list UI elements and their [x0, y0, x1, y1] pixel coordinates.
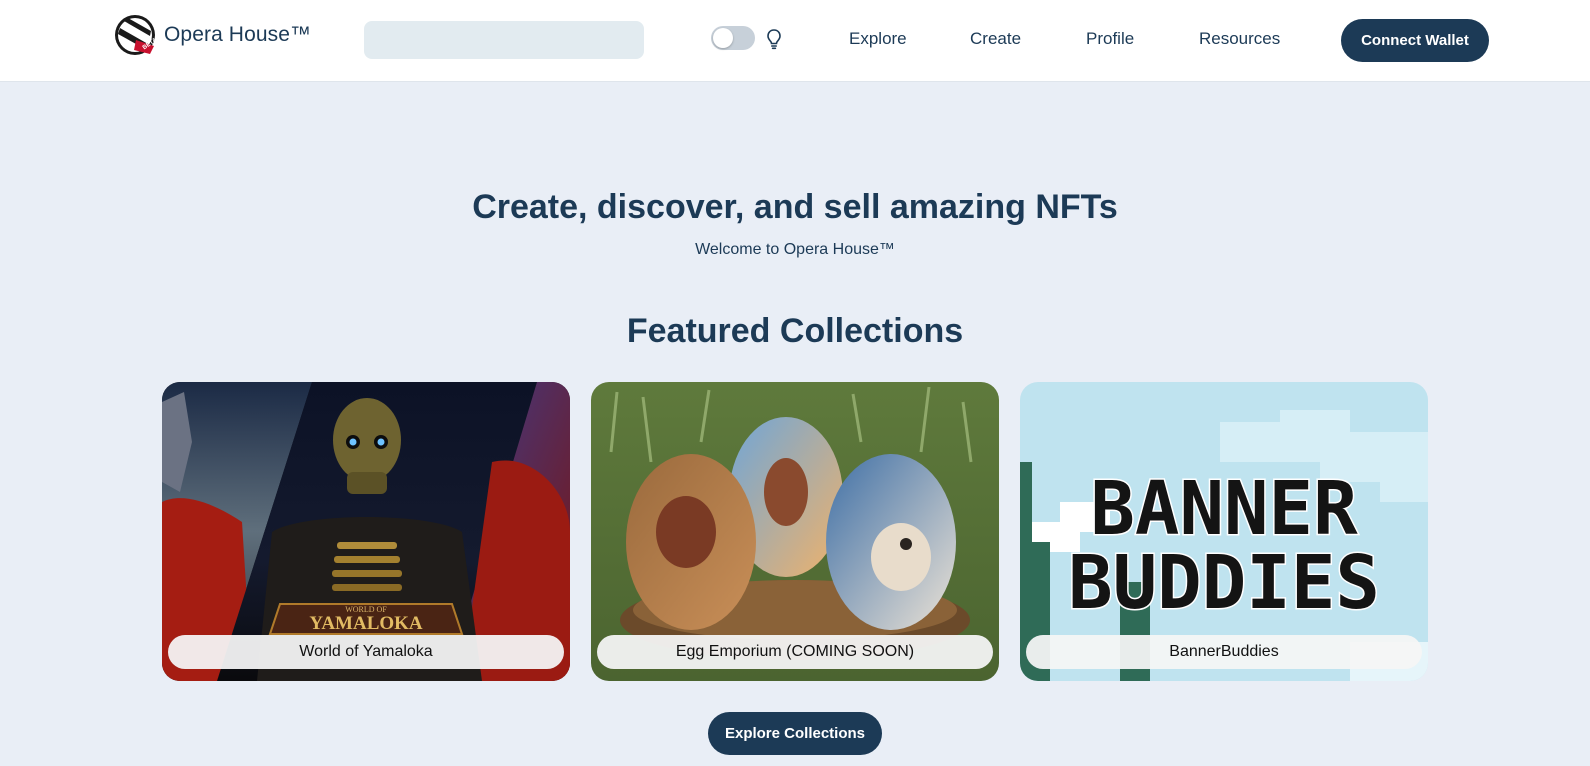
- hero-subtitle: Welcome to Opera House™: [695, 241, 895, 258]
- lightbulb-icon[interactable]: [765, 28, 783, 50]
- search-input[interactable]: [364, 21, 644, 59]
- nav-create[interactable]: Create: [970, 28, 1021, 50]
- collection-card-label: World of Yamaloka: [168, 635, 564, 669]
- collection-card-egg-emporium[interactable]: Egg Emporium (COMING SOON): [591, 382, 999, 681]
- logo-text: Opera House™: [164, 23, 312, 46]
- collection-card-world-of-yamaloka[interactable]: WORLD OF YAMALOKA World of Yamaloka: [162, 382, 570, 681]
- opera-house-logo-icon: BETA: [115, 15, 156, 55]
- nav-profile[interactable]: Profile: [1086, 28, 1134, 50]
- connect-wallet-button[interactable]: Connect Wallet: [1341, 19, 1489, 62]
- nav-explore[interactable]: Explore: [849, 28, 907, 50]
- explore-collections-button[interactable]: Explore Collections: [708, 712, 882, 755]
- nav-resources[interactable]: Resources: [1199, 28, 1280, 50]
- toggle-knob: [713, 28, 733, 48]
- collection-card-label: Egg Emporium (COMING SOON): [597, 635, 993, 669]
- hero-title: Create, discover, and sell amazing NFTs: [472, 188, 1118, 226]
- collection-card-label: BannerBuddies: [1026, 635, 1422, 669]
- featured-collections-title: Featured Collections: [626, 312, 964, 350]
- top-nav-bar: BETA Opera House™ Explore Create Profile…: [0, 0, 1590, 82]
- theme-toggle[interactable]: [711, 26, 755, 50]
- logo-link[interactable]: BETA Opera House™: [114, 14, 311, 56]
- bannerbuddies-art-title-line2: BUDDIES: [1068, 540, 1380, 626]
- collection-card-bannerbuddies[interactable]: BANNER BUDDIES BannerBuddies: [1020, 382, 1428, 681]
- yamaloka-art-title: YAMALOKA: [309, 613, 423, 634]
